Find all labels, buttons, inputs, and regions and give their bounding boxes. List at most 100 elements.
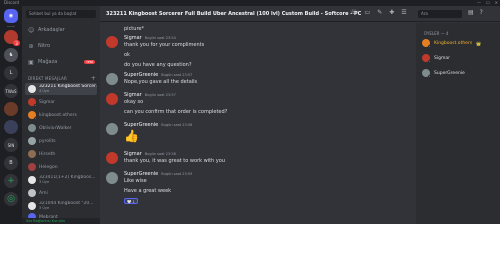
friends-icon: ☺ <box>28 26 35 34</box>
explore-servers-button[interactable]: ◎ <box>4 192 18 206</box>
server-avatar-2[interactable] <box>4 120 18 134</box>
crown-icon: 👑 <box>476 40 482 46</box>
avatar[interactable] <box>106 93 118 105</box>
server-sin[interactable]: SIN <box>4 138 18 152</box>
dm-section-header: DİREKT MESAJLAR + <box>28 75 96 82</box>
avatar <box>422 39 431 48</box>
author-name[interactable]: SuperGreenie <box>124 171 158 177</box>
help-icon[interactable]: ? <box>480 9 483 16</box>
dm-item[interactable]: 323411(1+2) Kingboos... 3 Üye <box>25 174 97 186</box>
avatar <box>28 189 36 197</box>
window-title: Discord <box>4 0 20 5</box>
direct-messages-panel: Sohbet bul ya da başlat ☺ Arkadaşlar ⊛ N… <box>22 6 100 224</box>
server-avatar-1[interactable] <box>4 102 18 116</box>
inbox-icon[interactable]: ▤ <box>468 9 474 16</box>
dm-item[interactable]: kingboost.others <box>25 109 97 121</box>
nav-nitro[interactable]: ⊛ Nitro <box>25 41 97 51</box>
dm-item[interactable]: ObliviorWalker <box>25 122 97 134</box>
search-input[interactable]: Ara <box>418 10 462 18</box>
dm-name: pyrolits <box>39 138 56 144</box>
timestamp: Bugün saat 23:54 <box>144 36 176 40</box>
message-list: picture* Sigmar Bugün saat 23:54 thank yo… <box>100 23 416 224</box>
message-text: ok <box>124 52 130 58</box>
server-twos[interactable]: TWoS <box>4 84 18 98</box>
author-name[interactable]: SuperGreenie <box>124 122 158 128</box>
dm-name: ObliviorWalker <box>39 125 72 131</box>
avatar <box>28 98 37 107</box>
author-name[interactable]: Sigmar <box>124 92 142 98</box>
server-b[interactable]: B <box>4 156 18 170</box>
server-l[interactable]: L <box>4 66 18 80</box>
nitro-icon: ⊛ <box>28 42 34 50</box>
find-conversation-input[interactable]: Sohbet bul ya da başlat <box>26 10 96 18</box>
member-item[interactable]: SuperGreenie <box>422 68 465 78</box>
online-status-icon <box>34 117 37 120</box>
group-avatar <box>28 176 36 184</box>
avatar <box>28 137 36 145</box>
timestamp: Bugün saat 23:59 <box>161 172 193 176</box>
avatar <box>28 124 36 132</box>
dm-item[interactable]: pyrolits <box>25 135 97 147</box>
timestamp: Bugün saat 23:57 <box>144 93 176 97</box>
nav-shop[interactable]: ▣ Mağaza YENİ <box>25 57 97 67</box>
message-text: Nope,you gave all the details <box>124 79 198 85</box>
avatar[interactable] <box>106 36 118 48</box>
nav-label: Nitro <box>38 43 51 49</box>
message-text: picture* <box>124 26 144 32</box>
pinned-messages-icon[interactable]: ✎ <box>377 9 382 16</box>
dm-item[interactable]: Sigmar <box>25 96 97 108</box>
dm-item[interactable]: Helegon <box>25 161 97 173</box>
reaction-chip[interactable]: 🤍 1 <box>124 198 138 204</box>
nav-friends[interactable]: ☺ Arkadaşlar <box>25 25 97 35</box>
server-separator <box>7 26 15 27</box>
avatar[interactable] <box>106 73 118 85</box>
avatar <box>422 54 431 63</box>
member-list: ÜYELER — 4 Kingboost.others 👑 Sigmar Sup… <box>416 23 500 224</box>
add-server-button[interactable]: + <box>4 174 18 188</box>
avatar[interactable] <box>106 123 118 135</box>
avatar[interactable] <box>106 172 118 184</box>
avatar[interactable] <box>106 152 118 164</box>
message-text: Like wise <box>124 178 147 184</box>
server-chess-icon[interactable]: ♞ <box>4 48 18 62</box>
dm-header-label: DİREKT MESAJLAR <box>28 76 67 81</box>
message-text: thank you, it was great to work with you <box>124 158 225 164</box>
new-badge: YENİ <box>84 60 95 64</box>
message-text: can you confirm that order is completed? <box>124 109 228 115</box>
video-call-icon[interactable]: ▭ <box>365 9 371 16</box>
online-status-icon <box>428 60 431 63</box>
dm-item[interactable]: Ami <box>25 187 97 199</box>
voice-call-icon[interactable]: ☏ <box>350 9 358 16</box>
add-friends-icon[interactable]: ✚ <box>389 9 394 16</box>
timestamp: Bugün saat 23:58 <box>161 123 193 127</box>
discord-home-icon[interactable]: ◉ <box>4 9 18 23</box>
dm-name: Helegon <box>39 164 58 170</box>
server-red-icon[interactable]: 3 <box>4 30 20 46</box>
online-status-icon <box>34 104 37 107</box>
shop-icon: ▣ <box>28 58 34 66</box>
dm-sub: 4 Üye <box>39 89 50 93</box>
group-avatar <box>28 85 36 93</box>
dm-item[interactable]: 323211 Kingboost Sorcer... 4 Üye <box>25 83 97 95</box>
avatar <box>422 69 431 78</box>
create-dm-icon[interactable]: + <box>91 75 96 82</box>
author-name[interactable]: Sigmar <box>124 151 142 157</box>
member-list-icon[interactable]: ☰ <box>401 9 406 16</box>
member-name: SuperGreenie <box>434 70 465 76</box>
message-text: okay so <box>124 99 144 105</box>
avatar <box>28 163 36 171</box>
member-item[interactable]: Kingboost.others 👑 <box>422 38 481 48</box>
member-name: Sigmar <box>434 55 450 61</box>
dm-item[interactable]: Hirseth <box>25 148 97 160</box>
author-name[interactable]: SuperGreenie <box>124 72 158 78</box>
author-name[interactable]: Sigmar <box>124 35 142 41</box>
server-rail: ◉ 3 ♞ L TWoS SIN B + ◎ <box>0 6 22 224</box>
channel-header: 323211 Kingboost Sorcerer Full Build Ube… <box>100 6 500 22</box>
voice-status-bar[interactable]: Ses Bağlantısı Kuruldu <box>22 218 100 224</box>
unread-badge: 3 <box>13 40 20 46</box>
dm-name: Sigmar <box>39 99 55 105</box>
thumbs-up-emoji: 👍 <box>124 129 139 143</box>
online-status-icon <box>428 75 431 78</box>
member-item[interactable]: Sigmar <box>422 53 450 63</box>
channel-title: 323211 Kingboost Sorcerer Full Build Ube… <box>106 10 362 17</box>
